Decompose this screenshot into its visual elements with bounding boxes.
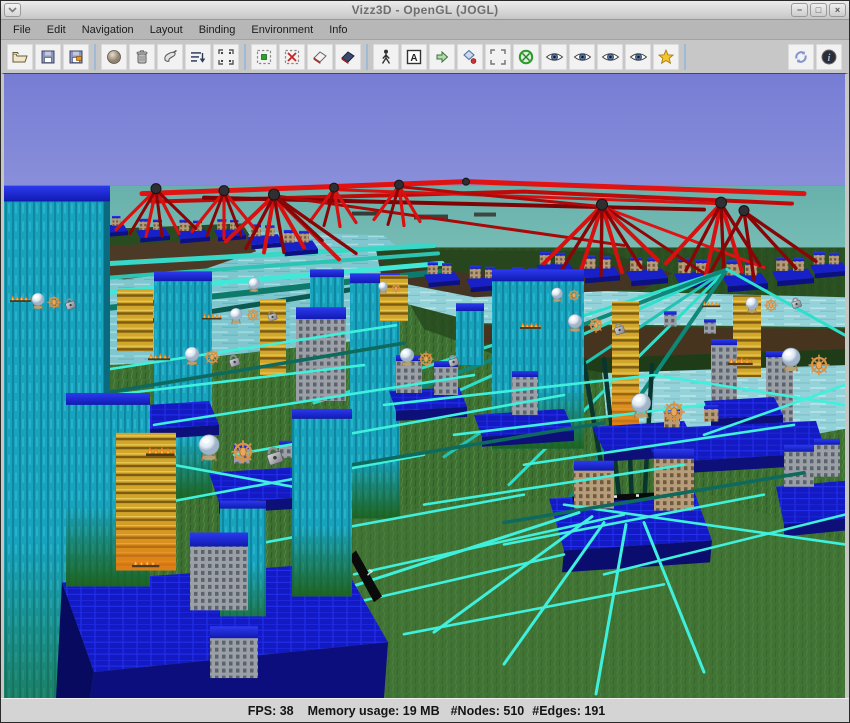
- toolbar-separator: [244, 44, 246, 70]
- add-node-button[interactable]: [251, 44, 277, 70]
- walking-person-icon: [377, 48, 395, 66]
- status-nodes: #Nodes: 510: [451, 704, 525, 718]
- eraser-light-button[interactable]: [307, 44, 333, 70]
- sphere-icon: [105, 48, 123, 66]
- menu-info[interactable]: Info: [321, 22, 355, 38]
- toolbar-separator: [684, 44, 686, 70]
- window-menu-button[interactable]: [4, 3, 21, 17]
- play-forward-button[interactable]: [429, 44, 455, 70]
- close-button[interactable]: ×: [829, 3, 846, 17]
- open-file-button[interactable]: [7, 44, 33, 70]
- eraser-dark-icon: [339, 48, 357, 66]
- eye-icon: [601, 50, 620, 64]
- save-as-button[interactable]: [63, 44, 89, 70]
- sort-layers-button[interactable]: [185, 44, 211, 70]
- eye-icon: [545, 50, 564, 64]
- letter-a-box-icon: A: [405, 48, 423, 66]
- selection-frame-button[interactable]: [485, 44, 511, 70]
- menu-file[interactable]: File: [5, 22, 39, 38]
- toolbar-separator: [366, 44, 368, 70]
- save-as-floppy-icon: [67, 48, 85, 66]
- menu-layout[interactable]: Layout: [142, 22, 191, 38]
- visibility-toggle-4-button[interactable]: [625, 44, 651, 70]
- paint-brush-icon: [161, 48, 179, 66]
- reload-sync-button[interactable]: [788, 44, 814, 70]
- save-floppy-icon: [39, 48, 57, 66]
- maximize-button[interactable]: □: [810, 3, 827, 17]
- eye-icon: [629, 50, 648, 64]
- svg-text:A: A: [410, 53, 417, 64]
- status-memory: Memory usage: 19 MB: [308, 704, 440, 718]
- visibility-toggle-1-button[interactable]: [541, 44, 567, 70]
- window-title: Vizz3D - OpenGL (JOGL): [1, 3, 849, 17]
- menu-bar: File Edit Navigation Layout Binding Envi…: [1, 20, 849, 40]
- green-arrow-icon: [433, 48, 451, 66]
- info-icon: i: [820, 48, 838, 66]
- avatar-navigation-button[interactable]: [373, 44, 399, 70]
- menu-environment[interactable]: Environment: [243, 22, 321, 38]
- chevron-down-icon: [8, 7, 17, 13]
- status-fps: FPS: 38: [248, 704, 294, 718]
- menu-edit[interactable]: Edit: [39, 22, 74, 38]
- eye-icon: [573, 50, 592, 64]
- center-view-button[interactable]: [513, 44, 539, 70]
- status-bar: FPS: 38 Memory usage: 19 MB #Nodes: 510 …: [1, 698, 849, 722]
- remove-node-icon: [283, 48, 301, 66]
- eraser-dark-button[interactable]: [335, 44, 361, 70]
- move-node-icon: [461, 48, 479, 66]
- visibility-toggle-2-button[interactable]: [569, 44, 595, 70]
- toolbar-separator: [94, 44, 96, 70]
- add-node-icon: [255, 48, 273, 66]
- fit-view-brackets-icon: [217, 48, 235, 66]
- center-target-icon: [517, 48, 535, 66]
- info-about-button[interactable]: i: [816, 44, 842, 70]
- svg-text:i: i: [828, 53, 831, 64]
- create-sphere-button[interactable]: [101, 44, 127, 70]
- minimize-button[interactable]: −: [791, 3, 808, 17]
- status-edges: #Edges: 191: [532, 704, 605, 718]
- save-button[interactable]: [35, 44, 61, 70]
- toolbar: A: [1, 40, 849, 73]
- eraser-light-icon: [311, 48, 329, 66]
- show-labels-button[interactable]: A: [401, 44, 427, 70]
- viewport-canvas[interactable]: 7: [1, 73, 849, 698]
- trash-icon: [133, 48, 151, 66]
- window-controls: − □ ×: [791, 3, 846, 17]
- menu-binding[interactable]: Binding: [191, 22, 244, 38]
- move-node-button[interactable]: [457, 44, 483, 70]
- app-window: Vizz3D - OpenGL (JOGL) − □ × File Edit N…: [0, 0, 850, 723]
- delete-trash-button[interactable]: [129, 44, 155, 70]
- favorites-star-button[interactable]: [653, 44, 679, 70]
- fit-to-view-button[interactable]: [213, 44, 239, 70]
- scene-sky: [4, 74, 845, 194]
- title-bar: Vizz3D - OpenGL (JOGL) − □ ×: [1, 1, 849, 20]
- sort-layers-icon: [189, 48, 207, 66]
- open-folder-icon: [11, 48, 29, 66]
- sync-arrows-icon: [792, 48, 810, 66]
- remove-node-button[interactable]: [279, 44, 305, 70]
- 3d-scene: 7: [4, 74, 845, 698]
- paint-tool-button[interactable]: [157, 44, 183, 70]
- selection-brackets-icon: [489, 48, 507, 66]
- star-icon: [657, 48, 675, 66]
- menu-navigation[interactable]: Navigation: [74, 22, 142, 38]
- visibility-toggle-3-button[interactable]: [597, 44, 623, 70]
